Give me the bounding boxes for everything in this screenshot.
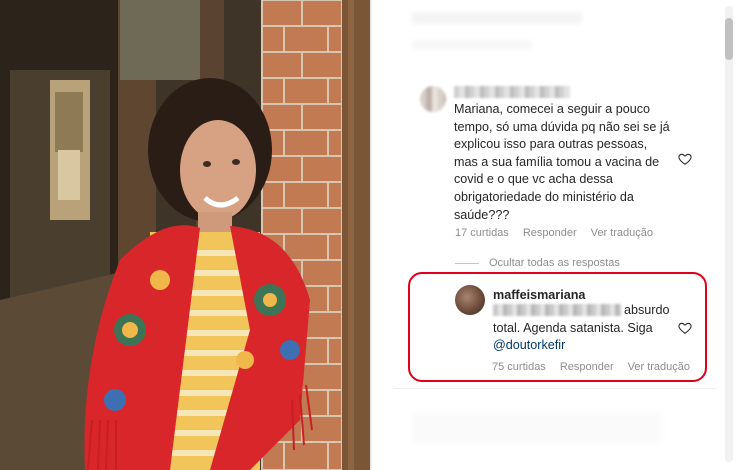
comments-panel: Mariana, comecei a seguir a pouco tempo,… xyxy=(371,0,740,470)
mention-link[interactable]: @doutorkefir xyxy=(493,338,565,352)
avatar[interactable] xyxy=(455,285,485,315)
reply-text: absurdo total. Agenda satanista. Siga @d… xyxy=(493,302,693,355)
divider xyxy=(394,388,716,389)
heart-icon[interactable] xyxy=(678,321,692,335)
likes-count[interactable]: 17 curtidas xyxy=(455,227,509,239)
reply-button[interactable]: Responder xyxy=(523,227,577,239)
comment-meta: 17 curtidas Responder Ver tradução xyxy=(455,227,653,239)
hide-replies-label: Ocultar todas as respostas xyxy=(489,257,620,269)
reply-button[interactable]: Responder xyxy=(560,361,614,373)
blurred-content xyxy=(412,40,532,50)
comment-text: Mariana, comecei a seguir a pouco tempo,… xyxy=(454,102,670,222)
reply-username[interactable]: maffeismariana xyxy=(493,288,585,302)
reply-text-body: absurdo total. Agenda satanista. Siga xyxy=(493,303,670,335)
divider-line xyxy=(455,262,479,264)
post-photo xyxy=(0,0,371,470)
avatar[interactable] xyxy=(420,86,446,112)
blurred-username[interactable] xyxy=(454,86,570,98)
blurred-content xyxy=(412,412,662,442)
scrollbar[interactable] xyxy=(725,6,733,462)
translate-button[interactable]: Ver tradução xyxy=(591,227,653,239)
translate-button[interactable]: Ver tradução xyxy=(628,361,690,373)
hide-replies-button[interactable]: Ocultar todas as respostas xyxy=(455,257,620,269)
heart-icon[interactable] xyxy=(678,152,692,166)
reply-meta: 75 curtidas Responder Ver tradução xyxy=(492,361,690,373)
scrollbar-thumb[interactable] xyxy=(725,18,733,60)
likes-count[interactable]: 75 curtidas xyxy=(492,361,546,373)
blurred-content xyxy=(412,12,582,24)
